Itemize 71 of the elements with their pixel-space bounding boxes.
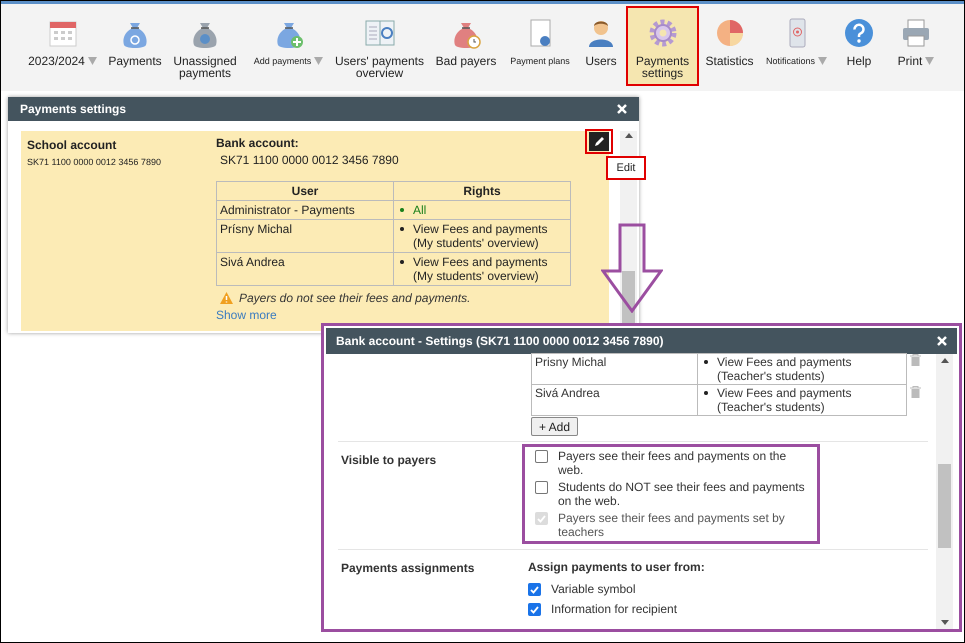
- edit-button[interactable]: [585, 129, 613, 154]
- column-header: Rights: [394, 182, 570, 200]
- bullet-icon: [400, 260, 404, 264]
- check-icon: [530, 586, 539, 594]
- toolbar-button[interactable]: Bad payers: [428, 6, 504, 86]
- table-cell: Sivá Andrea: [216, 252, 394, 286]
- column-header: User: [216, 182, 394, 200]
- rights-text: View Fees and payments (Teacher's students): [717, 386, 852, 414]
- account-number: SK71 1100 0000 0012 3456 7890: [27, 156, 162, 169]
- close-icon[interactable]: [617, 104, 627, 114]
- option-heading: Assign payments to user from:: [528, 559, 705, 576]
- bank-account-number: SK71 1100 0000 0012 3456 7890: [220, 153, 400, 167]
- table-cell: Sivá Andrea: [532, 384, 698, 416]
- checkbox-label: Variable symbol: [551, 582, 636, 596]
- toolbar-button[interactable]: Notifications: [760, 6, 833, 86]
- check-icon: [537, 514, 546, 522]
- toolbar-button[interactable]: Statistics: [699, 6, 760, 86]
- rights-text: View Fees and payments (My students' overview): [413, 222, 548, 250]
- section-label: Visible to payers: [340, 452, 438, 469]
- dialog-title: Bank account - Settings (SK71 1100 0000 0012 3456 7890): [336, 333, 664, 350]
- bullet-icon: [704, 360, 708, 364]
- edit-tooltip: Edit: [606, 156, 646, 180]
- bullet-icon: [400, 208, 404, 212]
- table-cell: Prísny Michal: [216, 220, 394, 252]
- close-icon[interactable]: [937, 336, 947, 346]
- show-more-link[interactable]: Show more: [216, 308, 277, 322]
- checkbox[interactable]: [535, 450, 548, 463]
- checkbox-label: Payers see their fees and payments on the web.: [558, 449, 788, 477]
- toolbar-button[interactable]: Payments settings: [626, 6, 699, 86]
- pencil-icon: [594, 136, 604, 147]
- toolbar-button[interactable]: 2023/2024: [19, 6, 106, 86]
- checkbox[interactable]: [535, 481, 548, 494]
- toolbar-button[interactable]: Payments: [106, 6, 164, 86]
- settings-icon: [646, 17, 678, 49]
- scroll-up-icon[interactable]: [624, 133, 632, 138]
- warning-icon: [220, 292, 233, 304]
- panel-title: Payments settings: [20, 101, 126, 118]
- scroll-down-icon[interactable]: [940, 620, 948, 625]
- checkbox[interactable]: [528, 583, 541, 596]
- bullet-icon: [400, 227, 404, 231]
- caret-icon: [88, 57, 97, 65]
- table-cell: Administrator - Payments: [216, 200, 394, 220]
- table-cell: Prisny Michal: [532, 354, 698, 384]
- toolbar-button[interactable]: Help: [833, 6, 885, 86]
- account-name: School account: [27, 137, 118, 154]
- add-button[interactable]: + Add: [531, 417, 578, 436]
- toolbar-button[interactable]: Unassigned payments: [164, 6, 246, 86]
- caret-icon: [314, 57, 324, 65]
- scroll-up-icon[interactable]: [940, 358, 948, 363]
- checkbox-label: Information for recipient: [551, 602, 678, 616]
- toolbar-button[interactable]: Users: [576, 6, 626, 86]
- section-label: Payments assignments: [340, 560, 476, 577]
- caret-icon: [925, 57, 934, 65]
- warning-text: Payers do not see their fees and payments.: [239, 291, 470, 305]
- toolbar-button[interactable]: Payment plans: [504, 6, 576, 86]
- rights-text: View Fees and payments (My students' overview): [413, 255, 548, 283]
- help-icon: [843, 17, 875, 49]
- rights-text: View Fees and payments (Teacher's students): [717, 355, 852, 383]
- rights-text: All: [413, 203, 426, 217]
- toolbar-button[interactable]: Print: [885, 6, 947, 86]
- bullet-icon: [704, 391, 708, 395]
- checkbox-label: Payers see their fees and payments set by teachers: [558, 511, 786, 539]
- caret-icon: [818, 57, 828, 65]
- scrollbar-thumb[interactable]: [938, 464, 951, 548]
- toolbar-button[interactable]: Users' payments overview: [331, 6, 428, 86]
- checkbox-label: Students do NOT see their fees and payments on the web.: [558, 480, 806, 508]
- printer-icon: [900, 17, 932, 49]
- checkbox[interactable]: [528, 603, 541, 616]
- toolbar-button[interactable]: Add payments: [246, 6, 331, 86]
- check-icon: [530, 606, 539, 614]
- bank-account-label: Bank account:: [216, 136, 300, 150]
